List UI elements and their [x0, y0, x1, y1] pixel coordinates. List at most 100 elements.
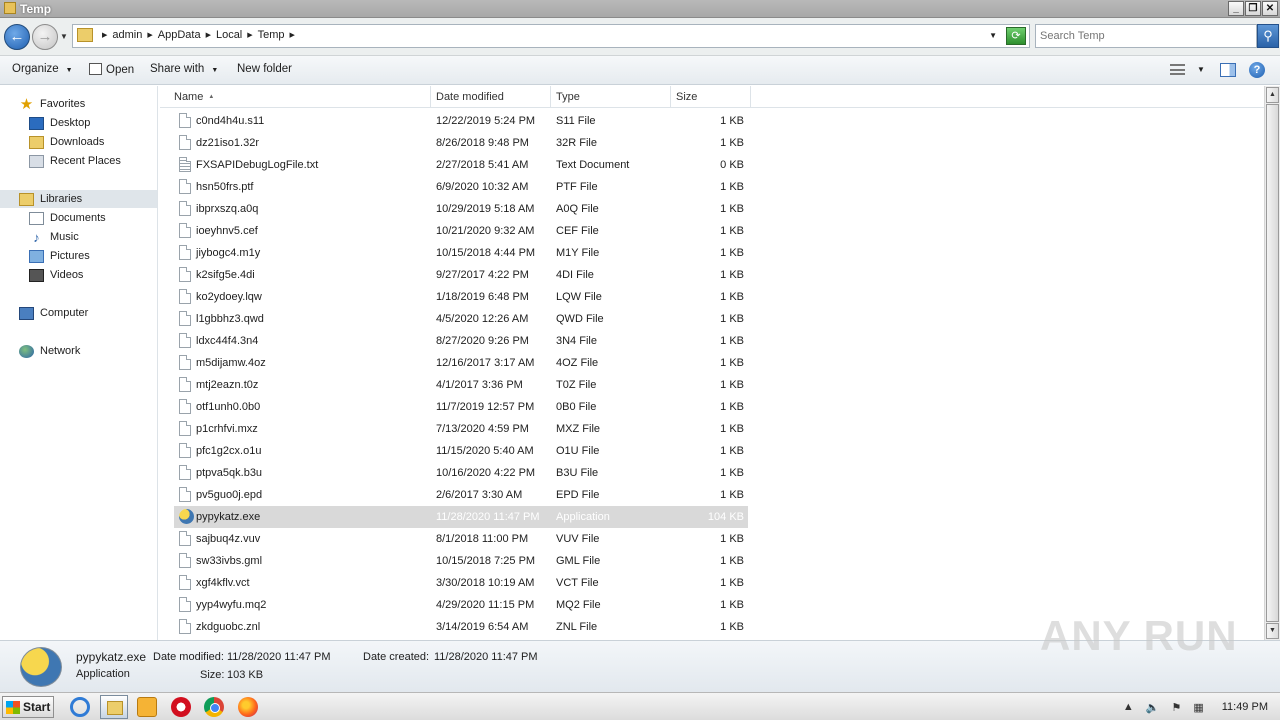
file-row[interactable]: sw33ivbs.gml 10/15/2018 7:25 PM GML File 1 … — [174, 550, 748, 572]
nav-favorites[interactable]: ★ Favorites — [19, 95, 85, 113]
nav-music[interactable]: ♪ Music — [29, 228, 78, 246]
title-bar: Temp _ ❐ ✕ — [0, 0, 1280, 18]
windows-explorer-icon[interactable] — [100, 695, 128, 719]
search-icon[interactable]: ⚲ — [1257, 24, 1279, 48]
back-button[interactable]: ← — [4, 24, 30, 50]
chevron-right-icon[interactable]: ▶ — [206, 31, 211, 39]
file-row[interactable]: FXSAPIDebugLogFile.txt 2/27/2018 5:41 AM T… — [174, 154, 748, 176]
scroll-up-icon[interactable]: ▲ — [1266, 87, 1279, 103]
file-type: Application — [556, 511, 610, 523]
breadcrumb-local[interactable]: Local — [216, 29, 242, 41]
change-view-icon[interactable] — [1170, 64, 1185, 75]
new-folder-button[interactable]: New folder — [237, 63, 292, 75]
column-header-date[interactable]: Date modified — [431, 86, 551, 108]
file-size: 1 KB — [720, 291, 744, 303]
nav-recent-places[interactable]: Recent Places — [29, 152, 121, 170]
show-hidden-icons-icon[interactable]: ▲ — [1123, 701, 1134, 713]
vertical-scrollbar[interactable]: ▲ ▼ — [1264, 86, 1280, 640]
opera-icon[interactable] — [171, 697, 191, 717]
nav-downloads[interactable]: Downloads — [29, 133, 104, 151]
file-row[interactable]: yyp4wyfu.mq2 4/29/2020 11:15 PM MQ2 File 1 … — [174, 594, 748, 616]
chevron-right-icon[interactable]: ▶ — [247, 31, 252, 39]
nav-libraries[interactable]: Libraries — [0, 190, 157, 208]
nav-videos[interactable]: Videos — [29, 266, 83, 284]
file-row[interactable]: l1gbbhz3.qwd 4/5/2020 12:26 AM QWD File 1 K… — [174, 308, 748, 330]
column-header-name[interactable]: Name ▲ — [169, 86, 431, 108]
file-row[interactable]: hsn50frs.ptf 6/9/2020 10:32 AM PTF File 1 K… — [174, 176, 748, 198]
network-status-icon[interactable]: ▦ — [1193, 701, 1203, 714]
file-row[interactable]: pv5guo0j.epd 2/6/2017 3:30 AM EPD File 1 KB — [174, 484, 748, 506]
volume-icon[interactable]: 🔈 — [1146, 701, 1160, 714]
nav-computer[interactable]: Computer — [19, 304, 88, 322]
address-dropdown-icon[interactable]: ▼ — [989, 31, 997, 40]
maximize-button[interactable]: ❐ — [1245, 1, 1261, 16]
file-row[interactable]: ptpva5qk.b3u 10/16/2020 4:22 PM B3U File 1 … — [174, 462, 748, 484]
file-date-modified: 12/16/2017 3:17 AM — [436, 357, 535, 369]
nav-documents[interactable]: Documents — [29, 209, 106, 227]
firefox-icon[interactable] — [238, 697, 258, 717]
file-row[interactable]: c0nd4h4u.s11 12/22/2019 5:24 PM S11 File 1 … — [174, 110, 748, 132]
chevron-right-icon[interactable]: ▶ — [290, 31, 295, 39]
file-row[interactable]: xgf4kflv.vct 3/30/2018 10:19 AM VCT File 1 … — [174, 572, 748, 594]
search-input[interactable] — [1040, 28, 1230, 44]
file-size: 1 KB — [720, 115, 744, 127]
file-row[interactable]: jiybogc4.m1y 10/15/2018 4:44 PM M1Y File 1 … — [174, 242, 748, 264]
close-button[interactable]: ✕ — [1262, 1, 1278, 16]
refresh-button[interactable]: ⟳ — [1006, 27, 1026, 45]
file-row[interactable]: sajbuq4z.vuv 8/1/2018 11:00 PM VUV File 1 K… — [174, 528, 748, 550]
file-type: MQ2 File — [556, 599, 601, 611]
file-row[interactable]: otf1unh0.0b0 11/7/2019 12:57 PM 0B0 File 1 … — [174, 396, 748, 418]
file-size: 1 KB — [720, 335, 744, 347]
file-row[interactable]: mtj2eazn.t0z 4/1/2017 3:36 PM T0Z File 1 KB — [174, 374, 748, 396]
action-center-flag-icon[interactable]: ⚑ — [1171, 701, 1181, 714]
file-name: ibprxszq.a0q — [196, 203, 259, 215]
file-size: 1 KB — [720, 269, 744, 281]
window-controls: _ ❐ ✕ — [1228, 1, 1278, 16]
file-row[interactable]: ko2ydoey.lqw 1/18/2019 6:48 PM LQW File 1 K… — [174, 286, 748, 308]
chevron-right-icon[interactable]: ▶ — [147, 31, 152, 39]
file-size: 1 KB — [720, 247, 744, 259]
breadcrumb-temp[interactable]: Temp — [258, 29, 285, 41]
start-button[interactable]: Start — [2, 696, 54, 718]
media-player-icon[interactable] — [137, 697, 157, 717]
file-row[interactable]: zkdguobc.znl 3/14/2019 6:54 AM ZNL File 1 K… — [174, 616, 748, 638]
scroll-thumb[interactable] — [1266, 104, 1279, 622]
share-with-button[interactable]: Share with ▼ — [150, 63, 218, 75]
scroll-down-icon[interactable]: ▼ — [1266, 623, 1279, 639]
file-row[interactable]: dz21iso1.32r 8/26/2018 9:48 PM 32R File 1 K… — [174, 132, 748, 154]
internet-explorer-icon[interactable] — [70, 697, 90, 717]
file-row[interactable]: ibprxszq.a0q 10/29/2019 5:18 AM A0Q File 1 … — [174, 198, 748, 220]
forward-button[interactable]: → — [32, 24, 58, 50]
help-icon[interactable]: ? — [1249, 62, 1265, 78]
file-date-modified: 4/29/2020 11:15 PM — [436, 599, 535, 611]
nav-pictures[interactable]: Pictures — [29, 247, 90, 265]
chrome-icon[interactable] — [204, 697, 224, 717]
breadcrumb-admin[interactable]: admin — [112, 29, 142, 41]
breadcrumb-appdata[interactable]: AppData — [158, 29, 201, 41]
nav-desktop[interactable]: Desktop — [29, 114, 90, 132]
recent-pages-dropdown[interactable]: ▼ — [60, 32, 68, 41]
preview-pane-icon[interactable] — [1220, 63, 1236, 77]
view-options-chevron-icon[interactable]: ▼ — [1197, 65, 1205, 74]
column-header-size[interactable]: Size — [671, 86, 751, 108]
minimize-button[interactable]: _ — [1228, 1, 1244, 16]
search-box[interactable] — [1035, 24, 1257, 48]
organize-button[interactable]: Organize ▼ — [12, 63, 73, 75]
file-row[interactable]: p1crhfvi.mxz 7/13/2020 4:59 PM MXZ File 1 K… — [174, 418, 748, 440]
file-row[interactable]: k2sifg5e.4di 9/27/2017 4:22 PM 4DI File 1 K… — [174, 264, 748, 286]
file-row[interactable]: pfc1g2cx.o1u 11/15/2020 5:40 AM O1U File 1 … — [174, 440, 748, 462]
taskbar: Start ▲ 🔈 ⚑ ▦ 11:49 PM — [0, 692, 1280, 720]
details-modified-label: Date modified: — [153, 651, 224, 663]
open-button[interactable]: Open — [89, 63, 134, 76]
file-row[interactable]: pypykatz.exe 11/28/2020 11:47 PM Applicati… — [174, 506, 748, 528]
navigation-pane: ★ Favorites Desktop Downloads Recent Plac… — [0, 86, 158, 640]
chevron-right-icon[interactable]: ▶ — [102, 31, 107, 39]
file-row[interactable]: m5dijamw.4oz 12/16/2017 3:17 AM 4OZ File 1 … — [174, 352, 748, 374]
nav-network[interactable]: Network — [19, 342, 80, 360]
column-header-type[interactable]: Type — [551, 86, 671, 108]
file-row[interactable]: ioeyhnv5.cef 10/21/2020 9:32 AM CEF File 1 … — [174, 220, 748, 242]
clock[interactable]: 11:49 PM — [1222, 701, 1268, 713]
file-name: mtj2eazn.t0z — [196, 379, 259, 391]
address-bar[interactable]: ▶ admin ▶ AppData ▶ Local ▶ Temp ▶ ▼ ⟳ — [72, 24, 1030, 48]
file-row[interactable]: ldxc44f4.3n4 8/27/2020 9:26 PM 3N4 File 1 K… — [174, 330, 748, 352]
